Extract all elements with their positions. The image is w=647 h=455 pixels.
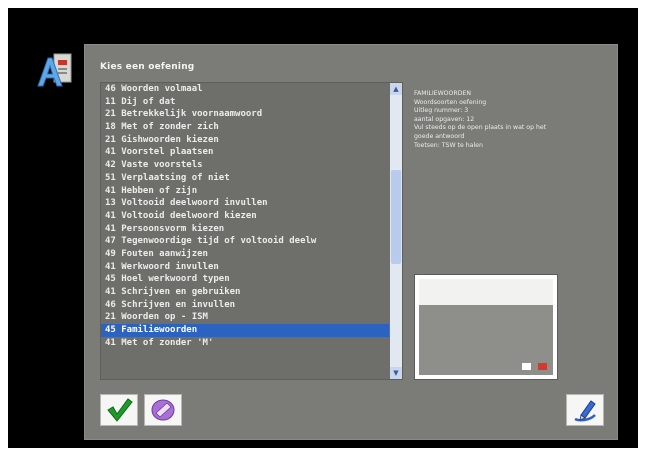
list-item[interactable]: 45 Hoel werkwoord typen bbox=[101, 273, 389, 286]
info-line: goede antwoord bbox=[414, 132, 465, 140]
list-item[interactable]: 41 Voltooid deelwoord kiezen bbox=[101, 210, 389, 223]
list-item[interactable]: 41 Met of zonder 'M' bbox=[101, 337, 389, 350]
exercise-preview-thumbnail bbox=[414, 274, 558, 380]
list-item[interactable]: 41 Schrijven en gebruiken bbox=[101, 286, 389, 299]
info-line: Vul steeds op de open plaats in wat op h… bbox=[414, 124, 547, 132]
preview-header bbox=[419, 279, 553, 305]
exercise-listbox[interactable]: 46 Woorden volmaal 11 Dij of dat 21 Betrek… bbox=[100, 82, 403, 380]
vertical-scrollbar[interactable]: ▲ ▼ bbox=[390, 83, 402, 379]
preview-white-button bbox=[522, 363, 531, 370]
list-item[interactable]: 21 Gishwoorden kiezen bbox=[101, 134, 389, 147]
help-button[interactable] bbox=[566, 394, 604, 426]
info-line: aantal opgaven: 12 bbox=[414, 115, 475, 123]
list-item[interactable]: 18 Met of zonder zich bbox=[101, 121, 389, 134]
erase-button[interactable] bbox=[144, 394, 182, 426]
list-item[interactable]: 49 Fouten aanwijzen bbox=[101, 248, 389, 261]
list-item[interactable]: 46 Woorden volmaal bbox=[101, 83, 389, 96]
list-item-selected[interactable]: 45 Familiewoorden bbox=[101, 324, 389, 337]
list-item[interactable]: 41 Werkwoord invullen bbox=[101, 261, 389, 274]
checkmark-icon bbox=[107, 398, 133, 422]
list-item[interactable]: 21 Woorden op - ISM bbox=[101, 311, 389, 324]
app-logo-icon bbox=[36, 52, 76, 94]
info-line: Uitleg nummer: 3 bbox=[414, 107, 469, 115]
help-pen-icon bbox=[574, 400, 596, 422]
dialog-title: Kies een oefening bbox=[100, 62, 195, 72]
preview-red-button bbox=[538, 363, 547, 370]
list-item[interactable]: 41 Voorstel plaatsen bbox=[101, 146, 389, 159]
ok-button[interactable] bbox=[100, 394, 138, 426]
exercise-list: 46 Woorden volmaal 11 Dij of dat 21 Betrek… bbox=[101, 83, 389, 379]
screen-background: Kies een oefening 46 Woorden volmaal 11 D… bbox=[8, 8, 638, 448]
list-item[interactable]: 41 Persoonsvorm kiezen bbox=[101, 223, 389, 236]
scrollbar-thumb[interactable] bbox=[391, 169, 401, 264]
list-item[interactable]: 21 Betrekkelijk voornaamwoord bbox=[101, 108, 389, 121]
list-item[interactable]: 41 Hebben of zijn bbox=[101, 185, 389, 198]
list-item[interactable]: 47 Tegenwoordige tijd of voltooid deelw bbox=[101, 235, 389, 248]
preview-screen bbox=[419, 279, 553, 375]
list-item[interactable]: 13 Voltooid deelwoord invullen bbox=[101, 197, 389, 210]
list-item[interactable]: 46 Schrijven en invullen bbox=[101, 299, 389, 312]
scroll-down-arrow-icon[interactable]: ▼ bbox=[390, 367, 402, 379]
info-line: Toetsen: TSW te halen bbox=[414, 141, 483, 149]
info-line: FAMILIEWOORDEN bbox=[414, 90, 472, 97]
choose-exercise-dialog: Kies een oefening 46 Woorden volmaal 11 D… bbox=[84, 44, 618, 440]
list-item[interactable]: 51 Verplaatsing of niet bbox=[101, 172, 389, 185]
list-item[interactable]: 42 Vaste voorstels bbox=[101, 159, 389, 172]
exercise-info-panel: FAMILIEWOORDEN Woordsoorten oefening Uitle… bbox=[414, 90, 604, 150]
list-item[interactable]: 11 Dij of dat bbox=[101, 96, 389, 109]
scroll-up-arrow-icon[interactable]: ▲ bbox=[390, 83, 402, 95]
eraser-icon bbox=[151, 399, 175, 421]
info-line: Woordsoorten oefening bbox=[414, 98, 487, 106]
